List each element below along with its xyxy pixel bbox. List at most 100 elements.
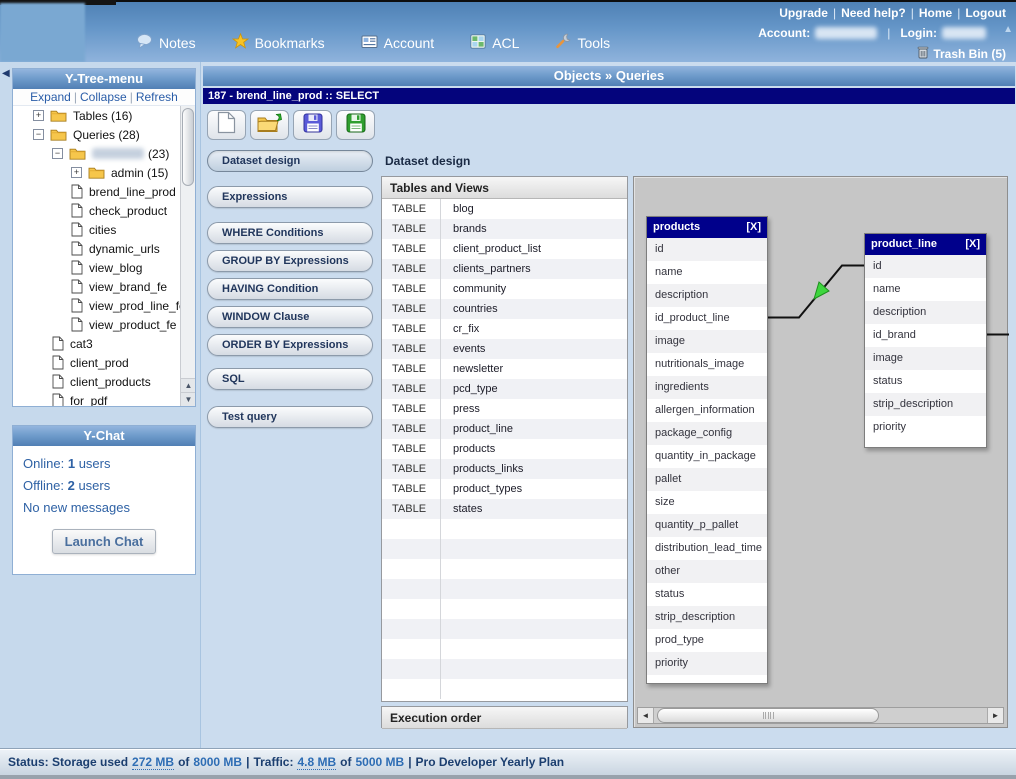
section-button-expressions[interactable]: Expressions: [207, 186, 373, 208]
tree-action-expand[interactable]: Expand: [30, 90, 71, 104]
tree-item[interactable]: view_prod_line_fe: [13, 296, 195, 315]
table-row[interactable]: TABLEpcd_type: [382, 379, 627, 399]
tree-action-refresh[interactable]: Refresh: [136, 90, 178, 104]
nav-item-account[interactable]: Account: [361, 33, 435, 52]
scroll-down-arrow[interactable]: ▼: [181, 392, 195, 406]
tree-item[interactable]: client_products: [13, 372, 195, 391]
field-row[interactable]: status: [647, 583, 767, 606]
launch-chat-button[interactable]: Launch Chat: [52, 529, 156, 554]
toolbar-button-new-file[interactable]: [207, 110, 246, 140]
tree-scrollbar-thumb[interactable]: [182, 108, 194, 186]
scroll-up-arrow[interactable]: ▲: [181, 378, 195, 392]
topbar-link-logout[interactable]: Logout: [965, 6, 1006, 20]
nav-item-bookmarks[interactable]: Bookmarks: [232, 33, 325, 52]
tree-item[interactable]: cat3: [13, 334, 195, 353]
tree-item[interactable]: check_product: [13, 201, 195, 220]
collapse-icon[interactable]: −: [52, 148, 63, 159]
execution-order-panel[interactable]: Execution order: [381, 706, 628, 728]
diagram-table-header[interactable]: products[X]: [647, 217, 767, 238]
close-button[interactable]: [X]: [746, 217, 761, 238]
section-button-window-clause[interactable]: WINDOW Clause: [207, 306, 373, 328]
tree-item[interactable]: client_prod: [13, 353, 195, 372]
table-row[interactable]: TABLEclient_product_list: [382, 239, 627, 259]
field-row[interactable]: prod_type: [647, 629, 767, 652]
collapse-icon[interactable]: −: [33, 129, 44, 140]
tree-item[interactable]: dynamic_urls: [13, 239, 195, 258]
close-button[interactable]: [X]: [965, 234, 980, 255]
tree-item[interactable]: brend_line_prod: [13, 182, 195, 201]
table-row[interactable]: TABLEcommunity: [382, 279, 627, 299]
section-button-order-by-expressions[interactable]: ORDER BY Expressions: [207, 334, 373, 356]
field-row[interactable]: package_config: [647, 422, 767, 445]
diagram-horizontal-scrollbar[interactable]: ◄ ►: [637, 707, 1004, 724]
topbar-link-upgrade[interactable]: Upgrade: [779, 6, 828, 20]
nav-item-notes[interactable]: Notes: [136, 33, 196, 52]
expand-icon[interactable]: +: [33, 110, 44, 121]
nav-item-acl[interactable]: ACL: [470, 33, 519, 52]
table-row[interactable]: TABLEevents: [382, 339, 627, 359]
table-row[interactable]: TABLEnewsletter: [382, 359, 627, 379]
diagram-table-header[interactable]: product_line[X]: [865, 234, 986, 255]
field-row[interactable]: id_brand: [865, 324, 986, 347]
field-row[interactable]: priority: [865, 416, 986, 439]
field-row[interactable]: distribution_lead_time: [647, 537, 767, 560]
table-row[interactable]: TABLEproducts_links: [382, 459, 627, 479]
table-row[interactable]: TABLEproduct_types: [382, 479, 627, 499]
field-row[interactable]: image: [647, 330, 767, 353]
section-button-sql[interactable]: SQL: [207, 368, 373, 390]
table-row[interactable]: TABLEpress: [382, 399, 627, 419]
field-row[interactable]: id: [865, 255, 986, 278]
table-row[interactable]: TABLEclients_partners: [382, 259, 627, 279]
topbar-link-home[interactable]: Home: [919, 6, 952, 20]
table-row[interactable]: TABLEproduct_line: [382, 419, 627, 439]
toolbar-button-open-file[interactable]: [250, 110, 289, 140]
table-row[interactable]: TABLEcr_fix: [382, 319, 627, 339]
section-button-test-query[interactable]: Test query: [207, 406, 373, 428]
sidebar-collapse-arrow[interactable]: ◀: [2, 68, 10, 79]
section-button-group-by-expressions[interactable]: GROUP BY Expressions: [207, 250, 373, 272]
tree-item[interactable]: view_brand_fe: [13, 277, 195, 296]
field-row[interactable]: other: [647, 560, 767, 583]
expand-icon[interactable]: +: [71, 167, 82, 178]
field-row[interactable]: allergen_information: [647, 399, 767, 422]
field-row[interactable]: size: [647, 491, 767, 514]
tree-action-collapse[interactable]: Collapse: [80, 90, 127, 104]
tree-item[interactable]: −(23): [13, 144, 195, 163]
field-row[interactable]: nutritionals_image: [647, 353, 767, 376]
field-row[interactable]: strip_description: [647, 606, 767, 629]
field-row[interactable]: strip_description: [865, 393, 986, 416]
tree-item[interactable]: +Tables (16): [13, 106, 195, 125]
tree-scrollbar[interactable]: ▲ ▼: [180, 106, 195, 406]
tree-item[interactable]: for_pdf: [13, 391, 195, 406]
tree-item[interactable]: +admin (15): [13, 163, 195, 182]
table-row[interactable]: TABLEproducts: [382, 439, 627, 459]
field-row[interactable]: status: [865, 370, 986, 393]
section-button-where-conditions[interactable]: WHERE Conditions: [207, 222, 373, 244]
tree-item[interactable]: view_blog: [13, 258, 195, 277]
table-row[interactable]: TABLEblog: [382, 199, 627, 219]
field-row[interactable]: priority: [647, 652, 767, 675]
nav-item-tools[interactable]: Tools: [555, 33, 610, 52]
field-row[interactable]: quantity_p_pallet: [647, 514, 767, 537]
field-row[interactable]: pallet: [647, 468, 767, 491]
topbar-link-need-help-[interactable]: Need help?: [841, 6, 906, 20]
section-button-having-condition[interactable]: HAVING Condition: [207, 278, 373, 300]
tree-item[interactable]: cities: [13, 220, 195, 239]
table-row[interactable]: TABLEcountries: [382, 299, 627, 319]
toolbar-button-save[interactable]: [293, 110, 332, 140]
field-row[interactable]: name: [647, 261, 767, 284]
field-row[interactable]: quantity_in_package: [647, 445, 767, 468]
field-row[interactable]: image: [865, 347, 986, 370]
field-row[interactable]: description: [647, 284, 767, 307]
field-row[interactable]: name: [865, 278, 986, 301]
toolbar-button-save-as[interactable]: [336, 110, 375, 140]
trash-bin-link[interactable]: Trash Bin (5): [917, 45, 1006, 62]
tree-item[interactable]: view_product_fe: [13, 315, 195, 334]
table-row[interactable]: TABLEstates: [382, 499, 627, 519]
scroll-right-arrow[interactable]: ►: [987, 708, 1003, 723]
diagram-scrollbar-thumb[interactable]: [657, 708, 879, 723]
storage-used-link[interactable]: 272 MB: [132, 755, 174, 770]
section-button-dataset-design[interactable]: Dataset design: [207, 150, 373, 172]
table-row[interactable]: TABLEbrands: [382, 219, 627, 239]
field-row[interactable]: id_product_line: [647, 307, 767, 330]
